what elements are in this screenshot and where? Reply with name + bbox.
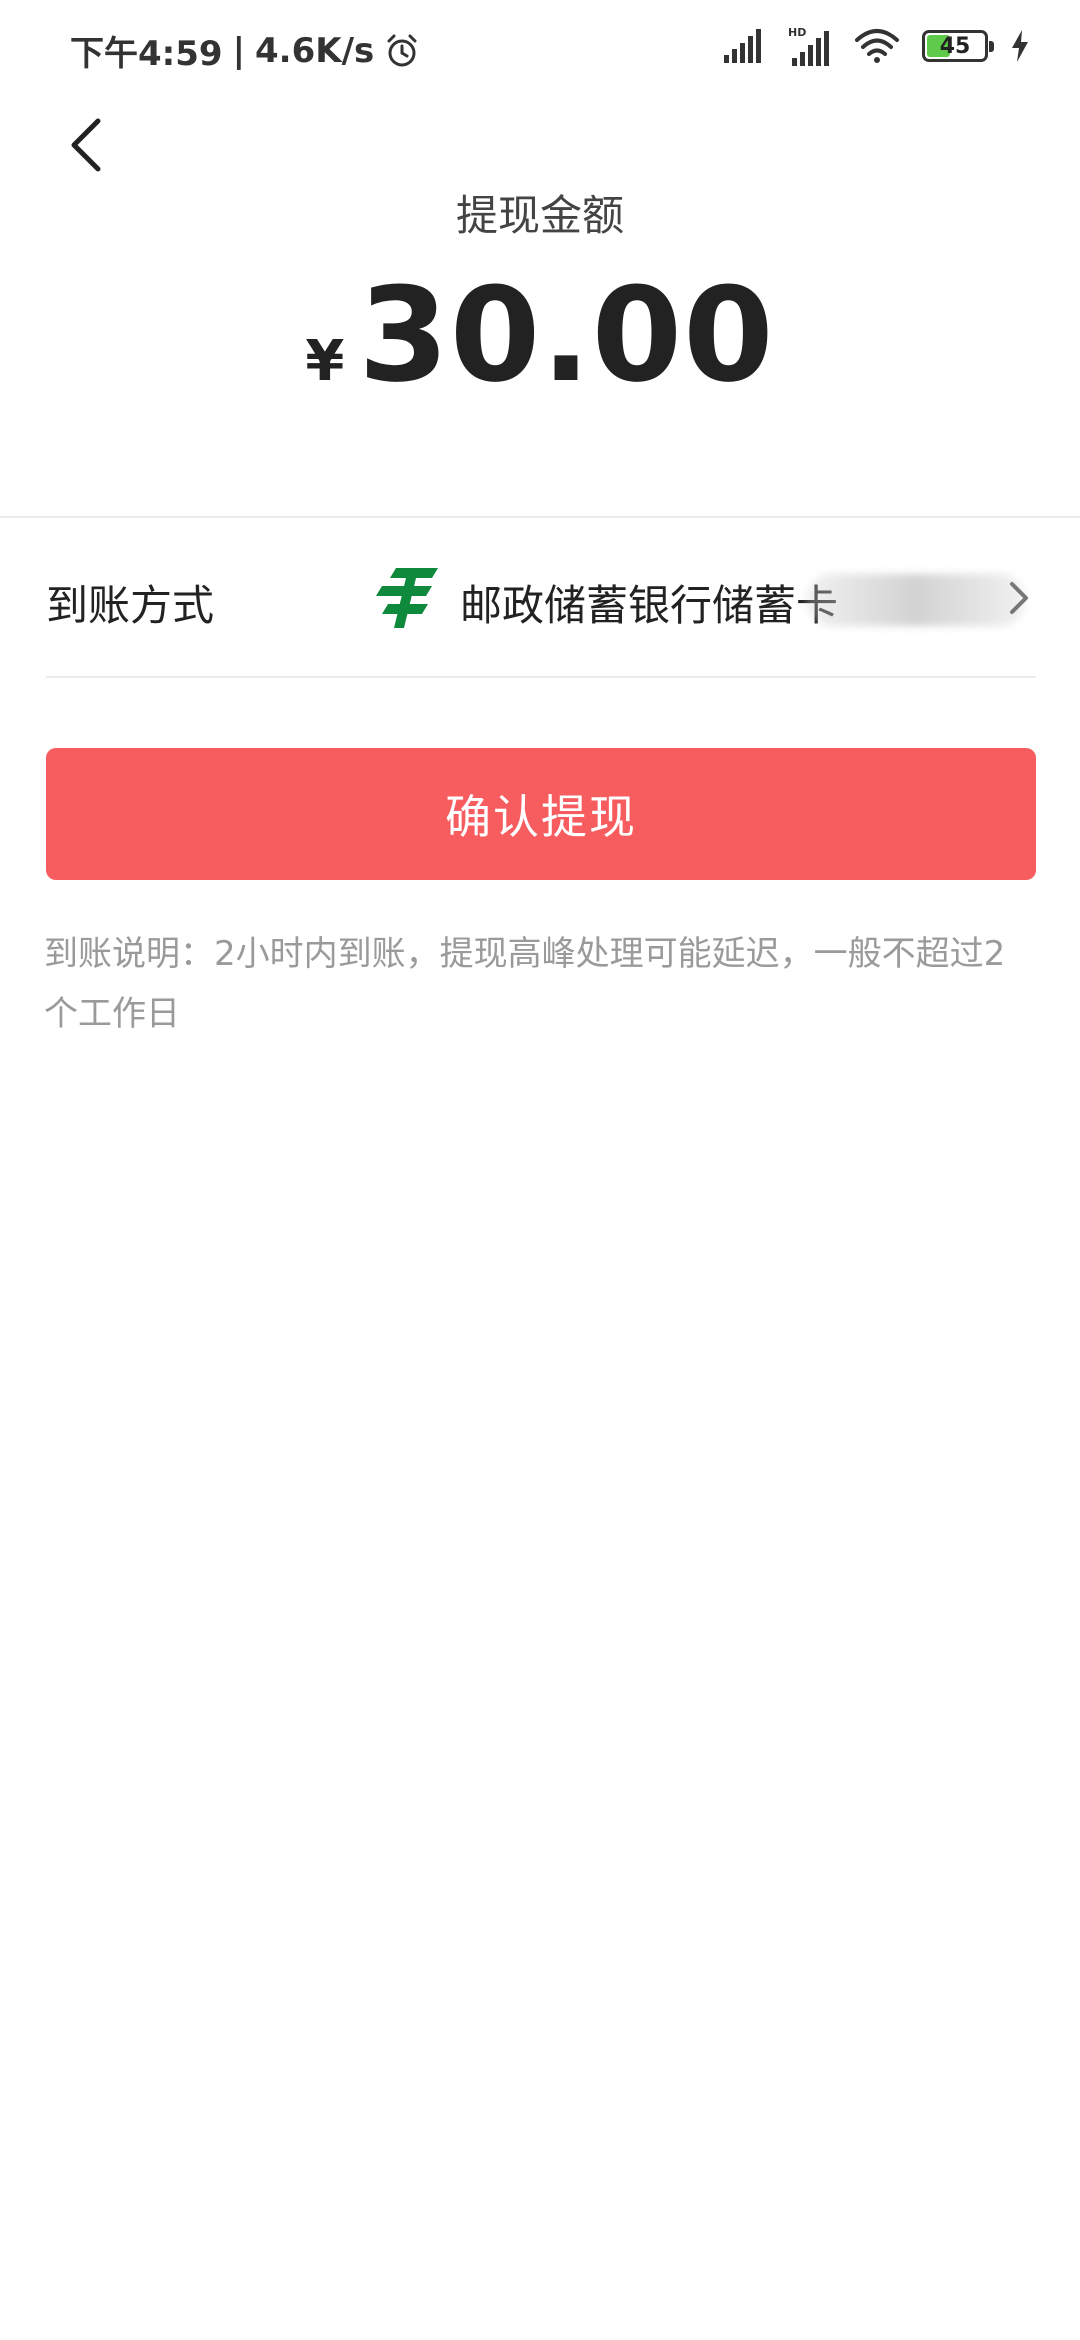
divider	[46, 676, 1036, 678]
bank-logo-icon	[376, 568, 438, 628]
status-bar: 下午4:59 | 4.6K/s HD 45	[0, 0, 1080, 100]
chevron-left-icon	[71, 118, 101, 172]
page-title: 提现金额	[455, 191, 624, 240]
amount-display: ¥ 30.00	[0, 270, 1080, 400]
chevron-right-icon	[1010, 582, 1028, 614]
alarm-icon	[387, 34, 417, 66]
charging-icon	[1012, 30, 1028, 62]
payout-note: 到账说明：2小时内到账，提现高峰处理可能延迟，一般不超过2个工作日	[44, 934, 1006, 1034]
hd-signal-icon: HD	[788, 26, 829, 66]
confirm-withdraw-button[interactable]: 确认提现	[46, 748, 1036, 880]
withdraw-screen: 下午4:59 | 4.6K/s HD 45 提现金额 ¥ 30.00 到账方式 …	[0, 0, 1080, 2340]
payout-method-label: 到账方式	[46, 581, 215, 630]
bank-name: 邮政储蓄银行储蓄卡	[460, 581, 839, 630]
amount-value: 30.00	[358, 259, 775, 411]
currency-symbol: ¥	[305, 329, 345, 394]
network-speed: 4.6K/s	[255, 30, 375, 71]
hd-label: HD	[788, 26, 806, 39]
back-button[interactable]	[40, 100, 130, 190]
masked-card-number	[806, 574, 1026, 626]
divider	[0, 516, 1080, 518]
status-separator: |	[232, 30, 245, 71]
battery-level: 45	[939, 33, 971, 59]
status-time: 下午4:59	[70, 34, 223, 74]
wifi-icon	[855, 29, 899, 63]
payout-method-row[interactable]: 到账方式 邮政储蓄银行储蓄卡	[46, 520, 1036, 680]
signal-icon	[724, 29, 761, 63]
status-left: 下午4:59 | 4.6K/s	[70, 26, 420, 75]
status-right: HD 45	[722, 26, 1030, 66]
battery-icon: 45	[922, 30, 994, 62]
